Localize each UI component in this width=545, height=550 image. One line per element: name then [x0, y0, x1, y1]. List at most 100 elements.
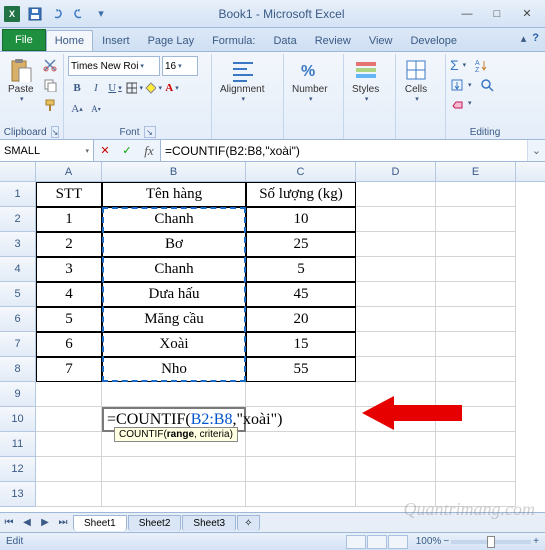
cell[interactable]	[246, 482, 356, 507]
cell[interactable]	[36, 382, 102, 407]
cell[interactable]	[356, 232, 436, 257]
formula-bar[interactable]: =COUNTIF(B2:B8,"xoài")	[161, 140, 527, 161]
cell[interactable]: 55	[246, 357, 356, 382]
fx-icon[interactable]: fx	[138, 140, 160, 161]
cell[interactable]	[436, 357, 516, 382]
row-header[interactable]: 2	[0, 207, 36, 232]
cells-button[interactable]: Cells ▾	[400, 56, 432, 105]
close-button[interactable]: ✕	[513, 4, 541, 24]
sheet-tab-3[interactable]: Sheet3	[182, 515, 236, 531]
cell[interactable]	[102, 382, 246, 407]
autosum-button[interactable]: Σ▾ AZ	[450, 56, 490, 74]
col-header[interactable]: B	[102, 162, 246, 181]
tab-nav-prev-icon[interactable]: ◀	[18, 514, 36, 532]
redo-icon[interactable]	[70, 5, 88, 23]
cell[interactable]	[436, 457, 516, 482]
minimize-ribbon-icon[interactable]: ▴	[521, 32, 527, 45]
cell[interactable]: Tên hàng	[102, 182, 246, 207]
clipboard-launcher[interactable]: ↘	[51, 126, 60, 138]
row-header[interactable]: 11	[0, 432, 36, 457]
cell[interactable]: Xoài	[102, 332, 246, 357]
tab-nav-last-icon[interactable]: ⏭	[54, 514, 72, 532]
page-break-view-icon[interactable]	[388, 535, 408, 549]
name-box[interactable]: SMALL▾	[0, 140, 94, 161]
cell[interactable]: 5	[36, 307, 102, 332]
cell[interactable]	[102, 482, 246, 507]
cell[interactable]	[356, 282, 436, 307]
cell[interactable]	[356, 457, 436, 482]
zoom-level[interactable]: 100%	[416, 536, 442, 547]
tab-pagelayout[interactable]: Page Lay	[139, 30, 203, 51]
cell[interactable]: 45	[246, 282, 356, 307]
bold-button[interactable]: B	[68, 79, 86, 97]
font-name-select[interactable]: Times New Roi▾	[68, 56, 160, 76]
worksheet[interactable]: A B C D E 1STTTên hàngSố lượng (kg)21Cha…	[0, 162, 545, 507]
row-header[interactable]: 1	[0, 182, 36, 207]
cell[interactable]: 25	[246, 232, 356, 257]
cell[interactable]	[36, 432, 102, 457]
cut-icon[interactable]	[41, 56, 59, 74]
cell[interactable]: Chanh	[102, 207, 246, 232]
row-header[interactable]: 13	[0, 482, 36, 507]
cell[interactable]: Chanh	[102, 257, 246, 282]
tab-formulas[interactable]: Formula:	[203, 30, 264, 51]
paste-button[interactable]: Paste ▾	[4, 56, 38, 105]
cell[interactable]	[246, 432, 356, 457]
cell[interactable]	[436, 232, 516, 257]
italic-button[interactable]: I	[87, 79, 105, 97]
cell[interactable]: 10	[246, 207, 356, 232]
sheet-tab-1[interactable]: Sheet1	[73, 515, 127, 531]
find-icon[interactable]	[478, 76, 496, 94]
enter-formula-icon[interactable]: ✓	[116, 140, 138, 161]
cell[interactable]	[356, 432, 436, 457]
font-color-button[interactable]: A▾	[163, 79, 181, 97]
grow-font-icon[interactable]: A▴	[68, 100, 86, 118]
tab-nav-next-icon[interactable]: ▶	[36, 514, 54, 532]
row-header[interactable]: 10	[0, 407, 36, 432]
underline-button[interactable]: U▾	[106, 79, 124, 97]
font-size-select[interactable]: 16▾	[162, 56, 198, 76]
zoom-in-icon[interactable]: +	[533, 536, 539, 547]
row-header[interactable]: 4	[0, 257, 36, 282]
cell[interactable]	[436, 307, 516, 332]
cell[interactable]	[246, 382, 356, 407]
cell[interactable]	[356, 307, 436, 332]
cell[interactable]: 2	[36, 232, 102, 257]
minimize-button[interactable]: —	[453, 4, 481, 24]
tab-developer[interactable]: Develope	[401, 30, 465, 51]
tab-data[interactable]: Data	[264, 30, 305, 51]
select-all-corner[interactable]	[0, 162, 36, 181]
shrink-font-icon[interactable]: A▾	[87, 100, 105, 118]
cell[interactable]: 15	[246, 332, 356, 357]
cell[interactable]: 20	[246, 307, 356, 332]
cell[interactable]: Bơ	[102, 232, 246, 257]
zoom-out-icon[interactable]: −	[443, 536, 449, 547]
cell[interactable]	[246, 457, 356, 482]
row-header[interactable]: 3	[0, 232, 36, 257]
cancel-formula-icon[interactable]: ✕	[94, 140, 116, 161]
cell[interactable]: Dưa hấu	[102, 282, 246, 307]
cell[interactable]: 7	[36, 357, 102, 382]
cell[interactable]: Nho	[102, 357, 246, 382]
styles-button[interactable]: Styles ▾	[348, 56, 383, 105]
help-icon[interactable]: ?	[532, 32, 539, 45]
cell[interactable]	[436, 207, 516, 232]
cell[interactable]	[356, 332, 436, 357]
sort-icon[interactable]: AZ	[472, 56, 490, 74]
cell[interactable]	[436, 482, 516, 507]
cell[interactable]	[36, 482, 102, 507]
cell[interactable]: 5	[246, 257, 356, 282]
maximize-button[interactable]: □	[483, 4, 511, 24]
row-header[interactable]: 6	[0, 307, 36, 332]
col-header[interactable]: C	[246, 162, 356, 181]
row-header[interactable]: 12	[0, 457, 36, 482]
cell[interactable]	[436, 282, 516, 307]
row-header[interactable]: 8	[0, 357, 36, 382]
clear-button[interactable]: ▾	[450, 96, 472, 110]
alignment-button[interactable]: Alignment ▾	[216, 56, 268, 105]
format-painter-icon[interactable]	[41, 96, 59, 114]
col-header[interactable]: E	[436, 162, 516, 181]
sheet-tab-2[interactable]: Sheet2	[128, 515, 182, 531]
cell[interactable]: 3	[36, 257, 102, 282]
qat-customize-icon[interactable]: ▾	[92, 5, 110, 23]
